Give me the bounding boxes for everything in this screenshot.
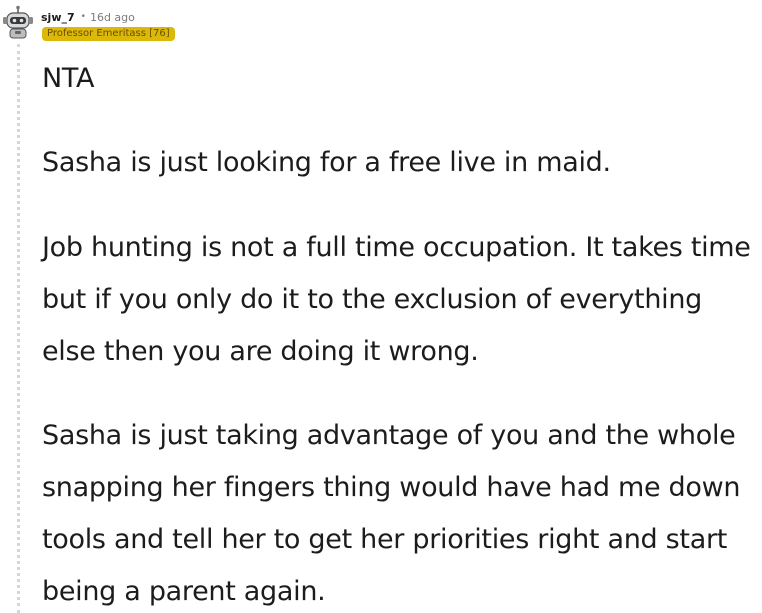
comment-meta: sjw_7 • 16d ago xyxy=(41,9,135,25)
comment-timestamp[interactable]: 16d ago xyxy=(90,11,135,24)
comment-paragraph: Sasha is just taking advantage of you an… xyxy=(42,420,741,607)
meta-separator: • xyxy=(80,12,86,22)
user-avatar-icon[interactable] xyxy=(1,5,34,40)
comment: sjw_7 • 16d ago Professor Emeritass [76]… xyxy=(0,0,762,613)
comment-paragraph: Sasha is just looking for a free live in… xyxy=(42,147,611,178)
author-username[interactable]: sjw_7 xyxy=(41,11,75,24)
comment-body: NTA Sasha is just looking for a free liv… xyxy=(34,48,756,613)
comment-paragraph: Job hunting is not a full time occupatio… xyxy=(42,232,751,367)
thread-line[interactable] xyxy=(17,44,20,613)
comment-paragraph: NTA xyxy=(42,63,95,94)
user-flair-badge: Professor Emeritass [76] xyxy=(42,27,175,41)
